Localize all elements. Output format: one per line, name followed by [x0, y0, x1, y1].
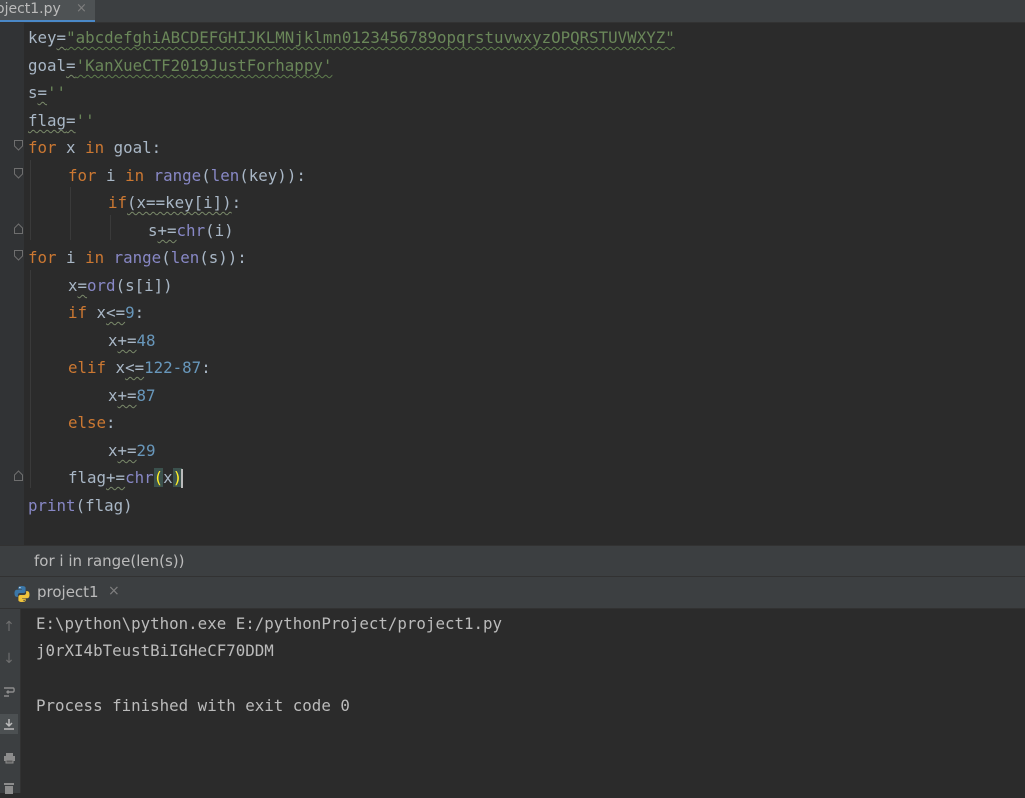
up-arrow-icon[interactable]: ↑ — [0, 617, 18, 637]
fold-close-icon[interactable] — [14, 470, 23, 481]
matching-paren: ( — [153, 468, 164, 487]
editor-tab-project1[interactable]: oject1.py × — [0, 0, 95, 22]
editor-tab-bar: oject1.py × — [0, 0, 1025, 23]
console-output-line: j0rXI4bTeustBiIGHeCF70DDM — [36, 641, 274, 660]
code-line-2: goal='KanXueCTF2019JustForhappy' — [28, 56, 333, 75]
breadcrumb-item[interactable]: for i in range(len(s)) — [34, 552, 185, 570]
trash-icon[interactable] — [0, 778, 18, 798]
fold-close-icon[interactable] — [14, 223, 23, 234]
breadcrumb: for i in range(len(s)) — [0, 545, 1025, 577]
code-line-16: x+=29 — [108, 441, 156, 460]
code-line-5: for x in goal: — [28, 138, 162, 157]
fold-open-icon[interactable] — [14, 140, 23, 151]
indent-guide — [70, 187, 71, 240]
code-line-12: x+=48 — [108, 331, 156, 350]
run-tab-project1[interactable]: project1 × — [0, 577, 132, 608]
run-console[interactable]: ↑ ↓ E:\python\python.exe E:/pythonProjec… — [0, 609, 1025, 794]
console-toolbar: ↑ ↓ — [0, 609, 21, 794]
run-panel-header: project1 × — [0, 577, 1025, 609]
fold-open-icon[interactable] — [14, 168, 23, 179]
code-line-7: if(x==key[i]): — [108, 193, 242, 212]
console-command-line: E:\python\python.exe E:/pythonProject/pr… — [36, 614, 503, 633]
close-icon[interactable]: × — [76, 0, 87, 18]
indent-guide — [110, 215, 111, 240]
print-icon[interactable] — [0, 748, 18, 768]
code-line-13: elif x<=122-87: — [68, 358, 211, 377]
code-line-18: print(flag) — [28, 496, 133, 515]
indent-guide — [30, 270, 31, 488]
code-editor[interactable]: key="abcdefghiABCDEFGHIJKLMNjklmn0123456… — [0, 23, 1025, 545]
code-line-1: key="abcdefghiABCDEFGHIJKLMNjklmn0123456… — [28, 28, 675, 47]
code-line-4: flag='' — [28, 111, 95, 130]
editor-tab-label: oject1.py — [0, 1, 61, 17]
editor-gutter — [0, 23, 24, 545]
code-line-9: for i in range(len(s)): — [28, 248, 247, 267]
code-line-6: for i in range(len(key)): — [68, 166, 306, 185]
code-line-14: x+=87 — [108, 386, 156, 405]
code-line-8: s+=chr(i) — [148, 221, 234, 240]
run-tab-label: project1 — [37, 583, 99, 601]
down-arrow-icon[interactable]: ↓ — [0, 649, 18, 669]
code-line-17: flag+=chr(x) — [68, 468, 184, 488]
close-icon[interactable]: × — [108, 583, 120, 599]
scroll-to-end-icon[interactable] — [0, 714, 18, 734]
fold-open-icon[interactable] — [14, 250, 23, 261]
console-exit-line: Process finished with exit code 0 — [36, 696, 350, 715]
indent-guide — [30, 160, 31, 240]
text-caret — [181, 469, 184, 488]
code-line-3: s='' — [28, 83, 67, 102]
code-line-11: if x<=9: — [68, 303, 145, 322]
soft-wrap-icon[interactable] — [0, 682, 18, 702]
code-line-10: x=ord(s[i]) — [68, 276, 173, 295]
code-line-15: else: — [68, 413, 116, 432]
python-icon — [14, 586, 30, 602]
